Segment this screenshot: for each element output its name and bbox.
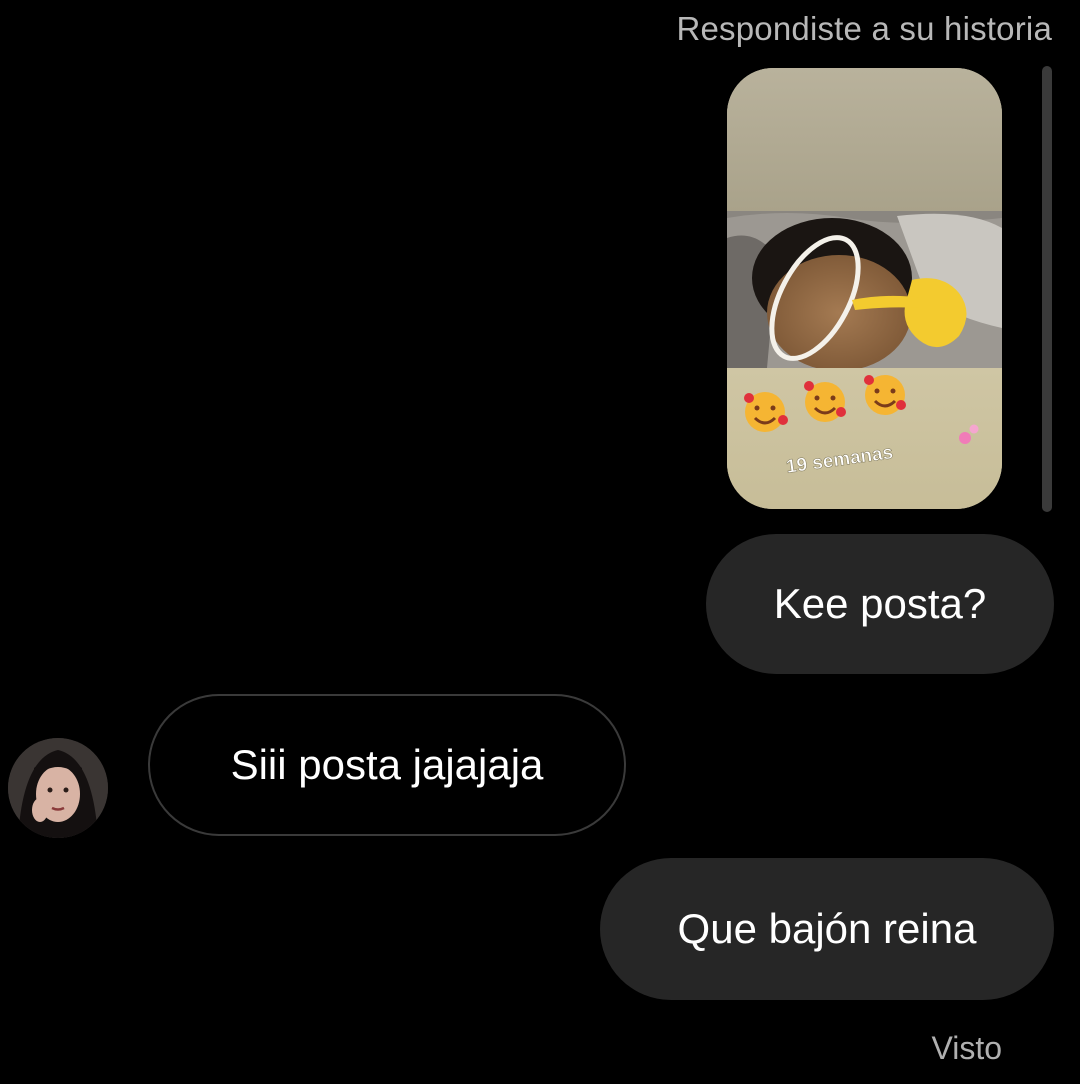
message-text: Kee posta?: [773, 580, 987, 627]
story-reply-label: Respondiste a su historia: [676, 10, 1052, 47]
message-bubble-sent-1[interactable]: Kee posta?: [706, 534, 1054, 674]
story-image: 19 semanas: [727, 68, 1002, 509]
story-thumbnail[interactable]: 19 semanas: [727, 68, 1002, 509]
story-reply-bar: [1042, 66, 1052, 512]
message-text: Siii posta jajajaja: [230, 741, 544, 788]
avatar-image: [8, 738, 108, 838]
message-text: Que bajón reina: [677, 905, 977, 952]
message-bubble-received-1[interactable]: Siii posta jajajaja: [148, 694, 626, 836]
seen-status: Visto: [931, 1030, 1002, 1066]
contact-avatar[interactable]: [8, 738, 108, 838]
message-bubble-sent-2[interactable]: Que bajón reina: [600, 858, 1054, 1000]
